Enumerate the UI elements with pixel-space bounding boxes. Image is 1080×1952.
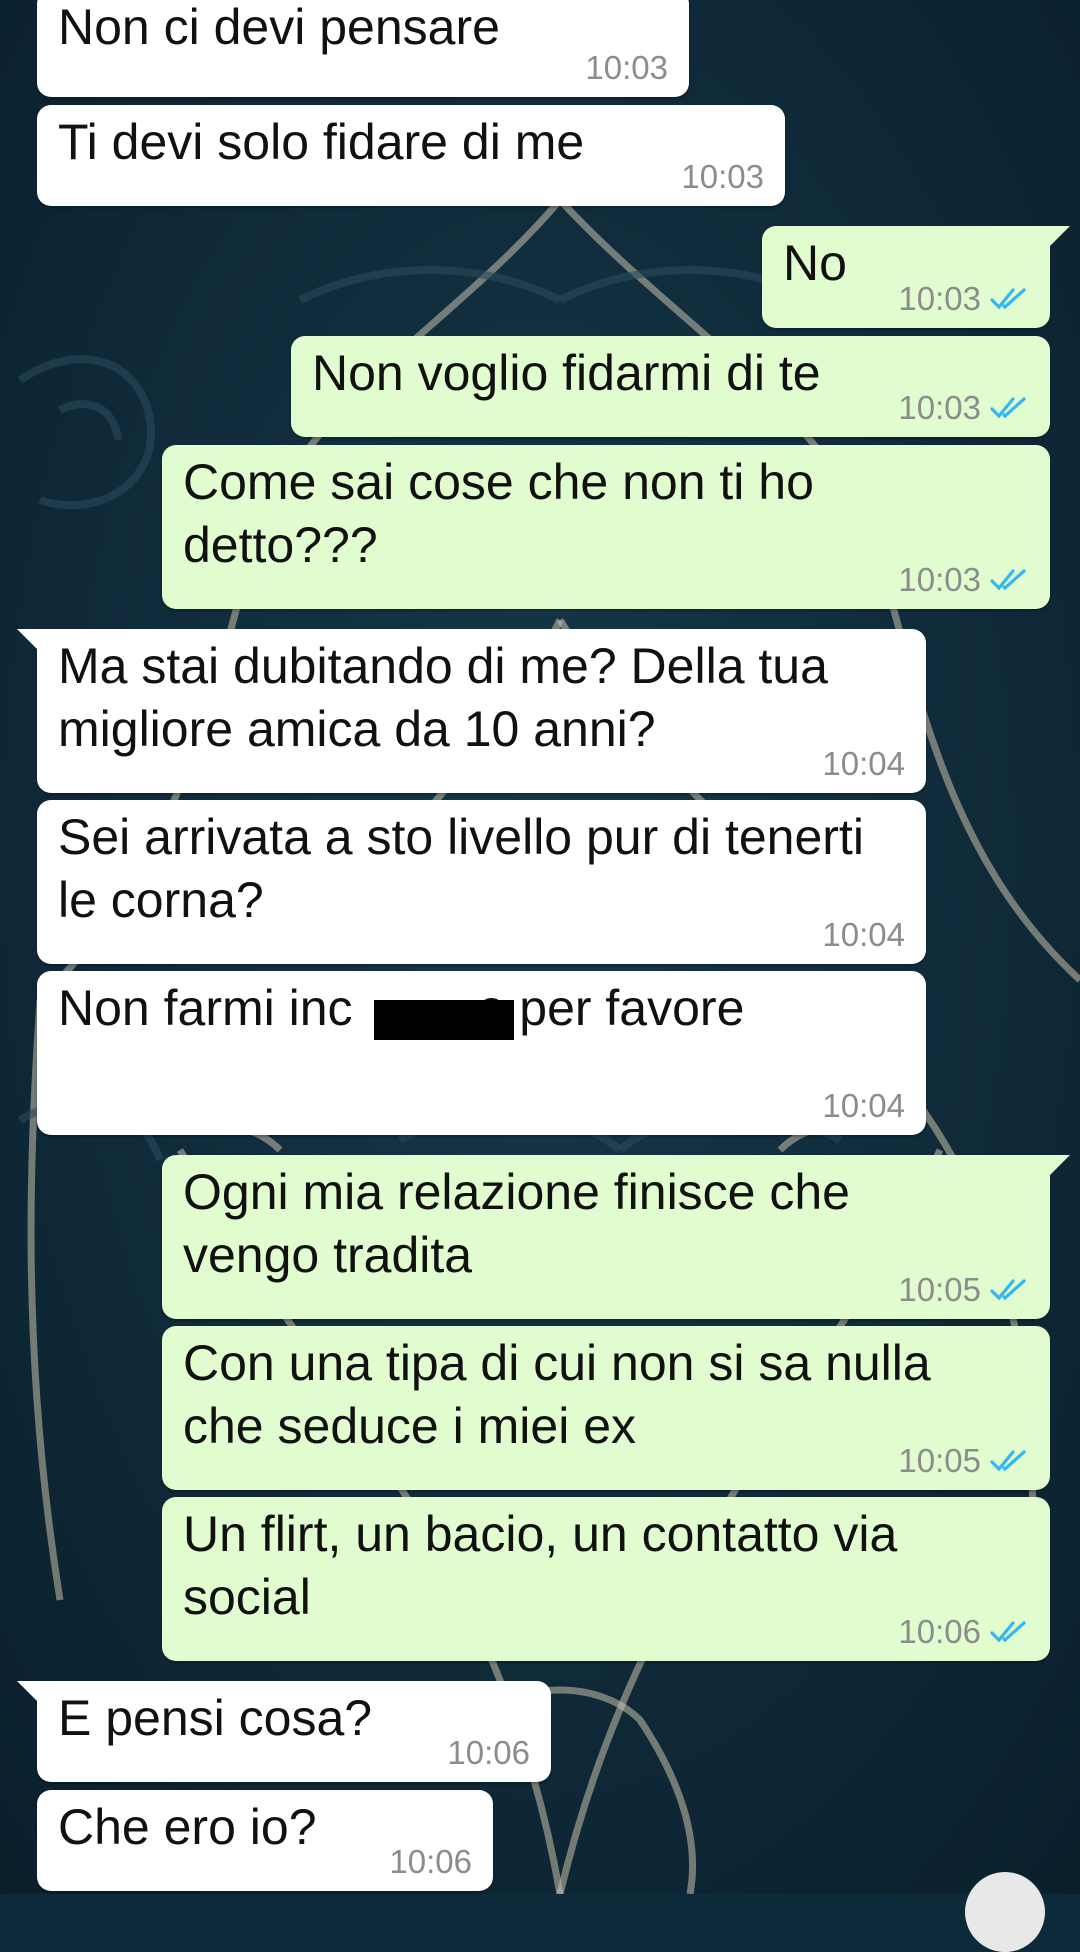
redaction-box	[374, 1000, 514, 1040]
message-bubble[interactable]: Non voglio fidarmi di te 10:03	[291, 336, 1050, 437]
message-text: Un flirt, un bacio, un contatto via soci…	[183, 1506, 898, 1625]
message-bubble[interactable]: Sei arrivata a sto livello pur di tenert…	[37, 800, 926, 964]
message-bubble[interactable]: No 10:03	[762, 226, 1070, 328]
scroll-to-bottom-button[interactable]	[965, 1872, 1045, 1952]
message-text: Ti devi solo fidare di me	[58, 114, 585, 170]
message-text: Ma stai dubitando di me? Della tua migli…	[58, 638, 828, 757]
message-time: 10:03	[898, 389, 981, 426]
message-bubble[interactable]: Ogni mia relazione finisce che vengo tra…	[162, 1155, 1070, 1319]
message-bubble[interactable]: E pensi cosa? 10:06	[17, 1681, 551, 1782]
message-bubble[interactable]: Che ero io? 10:06	[37, 1790, 493, 1891]
message-bubble[interactable]: Non ci devi pensare 10:03	[37, 0, 689, 97]
double-check-icon	[990, 1279, 1026, 1301]
double-check-icon	[990, 288, 1026, 310]
message-time: 10:03	[585, 49, 668, 86]
bubble-tail	[1050, 1155, 1070, 1175]
message-time: 10:06	[389, 1843, 472, 1880]
bubble-tail	[17, 1681, 37, 1701]
message-text: Come sai cose che non ti ho detto???	[183, 454, 814, 573]
double-check-icon	[990, 1621, 1026, 1643]
message-text: Ogni mia relazione finisce che vengo tra…	[183, 1164, 850, 1283]
message-time: 10:04	[822, 916, 905, 953]
message-time: 10:06	[447, 1734, 530, 1771]
message-time: 10:04	[822, 1087, 905, 1124]
bubble-tail	[1050, 226, 1070, 246]
message-bubble[interactable]: Con una tipa di cui non si sa nulla che …	[162, 1326, 1050, 1490]
message-text: Sei arrivata a sto livello pur di tenert…	[58, 809, 864, 928]
double-check-icon	[990, 1450, 1026, 1472]
message-text: Non ci devi pensare	[58, 0, 500, 55]
message-time: 10:05	[898, 1442, 981, 1479]
message-bubble[interactable]: Come sai cose che non ti ho detto??? 10:…	[162, 445, 1050, 609]
message-bubble[interactable]: Un flirt, un bacio, un contatto via soci…	[162, 1497, 1050, 1661]
message-bubble[interactable]: Ma stai dubitando di me? Della tua migli…	[17, 629, 926, 793]
double-check-icon	[990, 397, 1026, 419]
message-text: Con una tipa di cui non si sa nulla che …	[183, 1335, 931, 1454]
message-time: 10:03	[898, 280, 981, 317]
message-bubble[interactable]: Non farmi inc e per favore 10:04	[37, 971, 926, 1135]
bubble-tail	[17, 629, 37, 649]
message-bubble[interactable]: Ti devi solo fidare di me 10:03	[37, 105, 785, 206]
message-time: 10:03	[898, 561, 981, 598]
message-time: 10:06	[898, 1613, 981, 1650]
message-time: 10:03	[681, 158, 764, 195]
message-time: 10:05	[898, 1271, 981, 1308]
double-check-icon	[990, 569, 1026, 591]
message-time: 10:04	[822, 745, 905, 782]
message-list[interactable]: Non ci devi pensare 10:03 Ti devi solo f…	[0, 0, 1080, 1894]
